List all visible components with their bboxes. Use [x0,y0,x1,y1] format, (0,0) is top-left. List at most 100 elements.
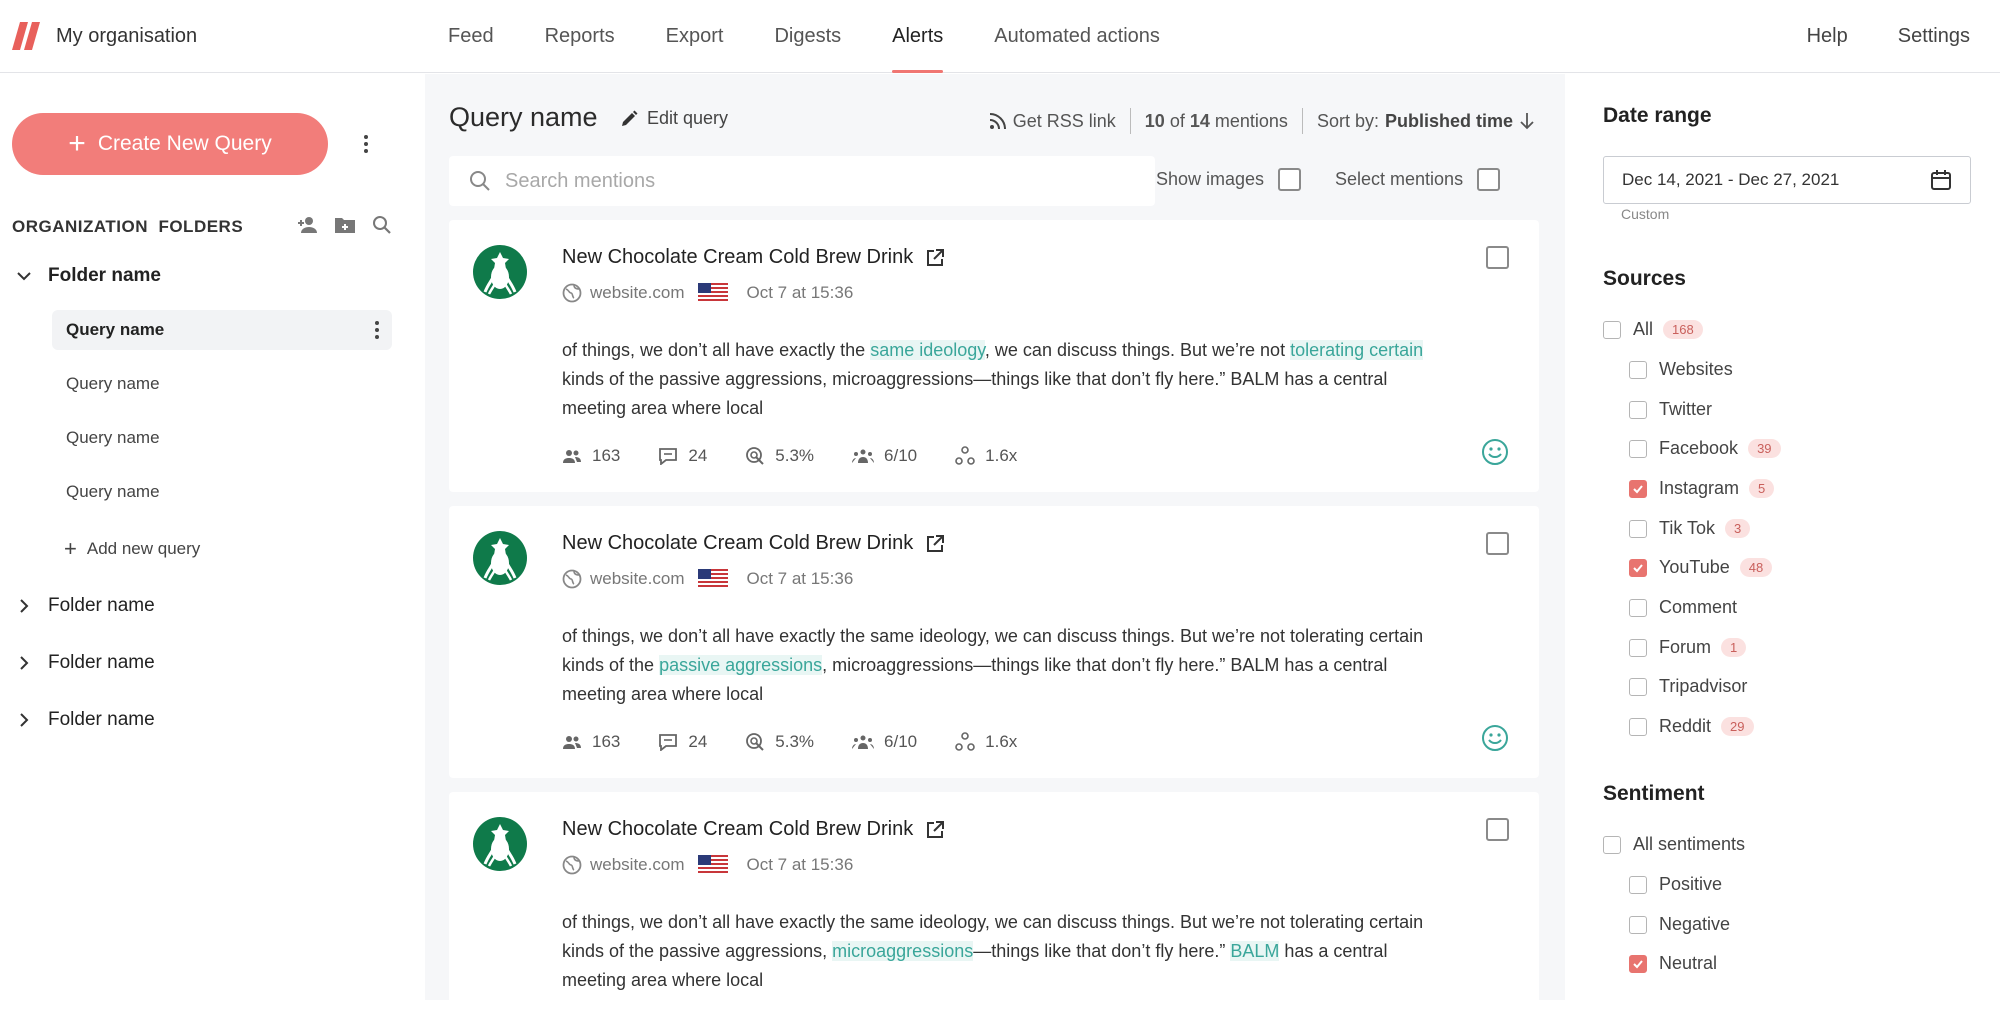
sentiment-checkbox[interactable] [1629,915,1647,934]
date-range-value: Dec 14, 2021 - Dec 27, 2021 [1622,170,1840,189]
query-more-icon[interactable] [374,321,380,339]
logo-icon[interactable] [12,22,42,50]
mention-site[interactable]: website.com [590,569,684,589]
source-filter[interactable]: Facebook 39 [1629,438,1781,459]
mention-title[interactable]: New Chocolate Cream Cold Brew Drink [562,246,913,269]
source-checkbox-checked[interactable] [1629,558,1647,577]
source-checkbox[interactable] [1629,519,1647,538]
source-checkbox[interactable] [1629,677,1647,696]
brand-logo [471,242,529,300]
source-filter[interactable]: Tik Tok 3 [1629,518,1751,539]
tab-export[interactable]: Export [666,0,724,73]
add-query-button[interactable]: + Add new query [64,536,200,562]
sort-label: Sort by: [1316,110,1379,131]
mention-checkbox[interactable] [1486,818,1509,841]
plus-icon: + [68,127,86,160]
source-filter-all[interactable]: All 168 [1603,319,1703,340]
search-box[interactable] [449,156,1155,206]
positive-sentiment-icon[interactable] [1481,438,1509,466]
sentiment-filter-all[interactable]: All sentiments [1603,834,1745,855]
positive-sentiment-icon[interactable] [1481,724,1509,752]
folder-row[interactable]: Folder name [16,652,155,674]
external-link-icon[interactable] [925,534,945,554]
add-query-label: Add new query [86,539,201,558]
source-filter[interactable]: YouTube 48 [1629,557,1773,578]
folder-row[interactable]: Folder name [16,265,161,287]
source-filter[interactable]: Websites [1629,359,1733,380]
sentiment-checkbox[interactable] [1629,875,1647,894]
source-filter[interactable]: Reddit 29 [1629,716,1754,737]
mention-title[interactable]: New Chocolate Cream Cold Brew Drink [562,818,913,841]
mention-checkbox[interactable] [1486,246,1509,269]
select-mentions-checkbox[interactable] [1477,168,1501,191]
count-total: 14 [1189,110,1210,131]
mention-site[interactable]: website.com [590,283,684,303]
virality-icon [955,732,975,752]
external-link-icon[interactable] [925,248,945,268]
sentiment-filter[interactable]: Positive [1629,874,1722,895]
calendar-icon[interactable] [1930,169,1952,191]
sentiment-checkbox[interactable] [1603,835,1621,854]
query-item[interactable]: Query name [52,364,392,404]
source-checkbox[interactable] [1629,598,1647,617]
show-images-checkbox[interactable] [1278,168,1302,191]
filters-panel: Date range Dec 14, 2021 - Dec 27, 2021 C… [1565,74,2000,1000]
sidebar-more-icon[interactable] [363,135,369,153]
mention-card[interactable]: New Chocolate Cream Cold Brew Drink webs… [449,506,1539,778]
mention-title[interactable]: New Chocolate Cream Cold Brew Drink [562,532,913,555]
tab-reports[interactable]: Reports [545,0,615,73]
query-item[interactable]: Query name [52,310,392,350]
source-checkbox-checked[interactable] [1629,479,1647,498]
create-query-button[interactable]: + Create New Query [12,113,328,175]
virality-value: 1.6x [985,732,1018,751]
sentiment-filter[interactable]: Neutral [1629,953,1717,974]
help-link[interactable]: Help [1807,25,1848,48]
org-name[interactable]: My organisation [56,25,197,48]
source-checkbox[interactable] [1629,439,1647,458]
mention-text: of things, we don’t all have exactly the… [562,340,1424,418]
rss-button[interactable]: Get RSS link [989,111,1116,132]
query-item[interactable]: Query name [52,418,392,458]
source-filter[interactable]: Forum 1 [1629,637,1747,658]
source-checkbox[interactable] [1603,320,1621,339]
add-folder-icon[interactable] [334,215,356,235]
search-folders-icon[interactable] [372,215,392,235]
settings-link[interactable]: Settings [1898,25,1970,48]
source-filter[interactable]: Instagram 5 [1629,478,1775,499]
search-input[interactable] [505,169,1105,193]
page-title: Query name [449,102,598,132]
mention-checkbox[interactable] [1486,532,1509,555]
external-link-icon[interactable] [925,820,945,840]
engagement-value: 5.3% [775,446,815,465]
query-item[interactable]: Query name [52,472,392,512]
source-checkbox[interactable] [1629,400,1647,419]
source-filter[interactable]: Tripadvisor [1629,676,1747,697]
source-checkbox[interactable] [1629,717,1647,736]
tab-alerts[interactable]: Alerts [892,0,944,73]
folder-row[interactable]: Folder name [16,709,155,731]
tab-feed[interactable]: Feed [448,0,494,73]
source-label: Forum [1659,637,1712,657]
sort-control[interactable]: Sort by: Published time [1317,111,1535,132]
mention-site[interactable]: website.com [590,855,684,875]
folder-row[interactable]: Folder name [16,595,155,617]
mention-card[interactable]: New Chocolate Cream Cold Brew Drink webs… [449,220,1539,492]
comments-icon [658,447,678,465]
mention-card[interactable]: New Chocolate Cream Cold Brew Drink webs… [449,792,1539,1032]
tab-automated-actions[interactable]: Automated actions [994,0,1160,73]
source-checkbox[interactable] [1629,638,1647,657]
source-filter[interactable]: Twitter [1629,399,1712,420]
mention-date: Oct 7 at 15:36 [746,283,854,302]
add-user-icon[interactable] [296,215,318,235]
sentiment-checkbox-checked[interactable] [1629,954,1647,973]
edit-query-button[interactable]: Edit query [619,108,728,129]
sentiment-filter[interactable]: Negative [1629,914,1730,935]
source-checkbox[interactable] [1629,360,1647,379]
show-images-toggle[interactable]: Show images [1156,168,1302,191]
date-range-field[interactable]: Dec 14, 2021 - Dec 27, 2021 [1603,156,1971,204]
tab-digests[interactable]: Digests [774,0,841,73]
select-mentions-toggle[interactable]: Select mentions [1335,168,1501,191]
source-filter[interactable]: Comment [1629,597,1737,618]
source-count-badge: 48 [1739,558,1773,577]
chevron-down-icon [16,270,32,282]
